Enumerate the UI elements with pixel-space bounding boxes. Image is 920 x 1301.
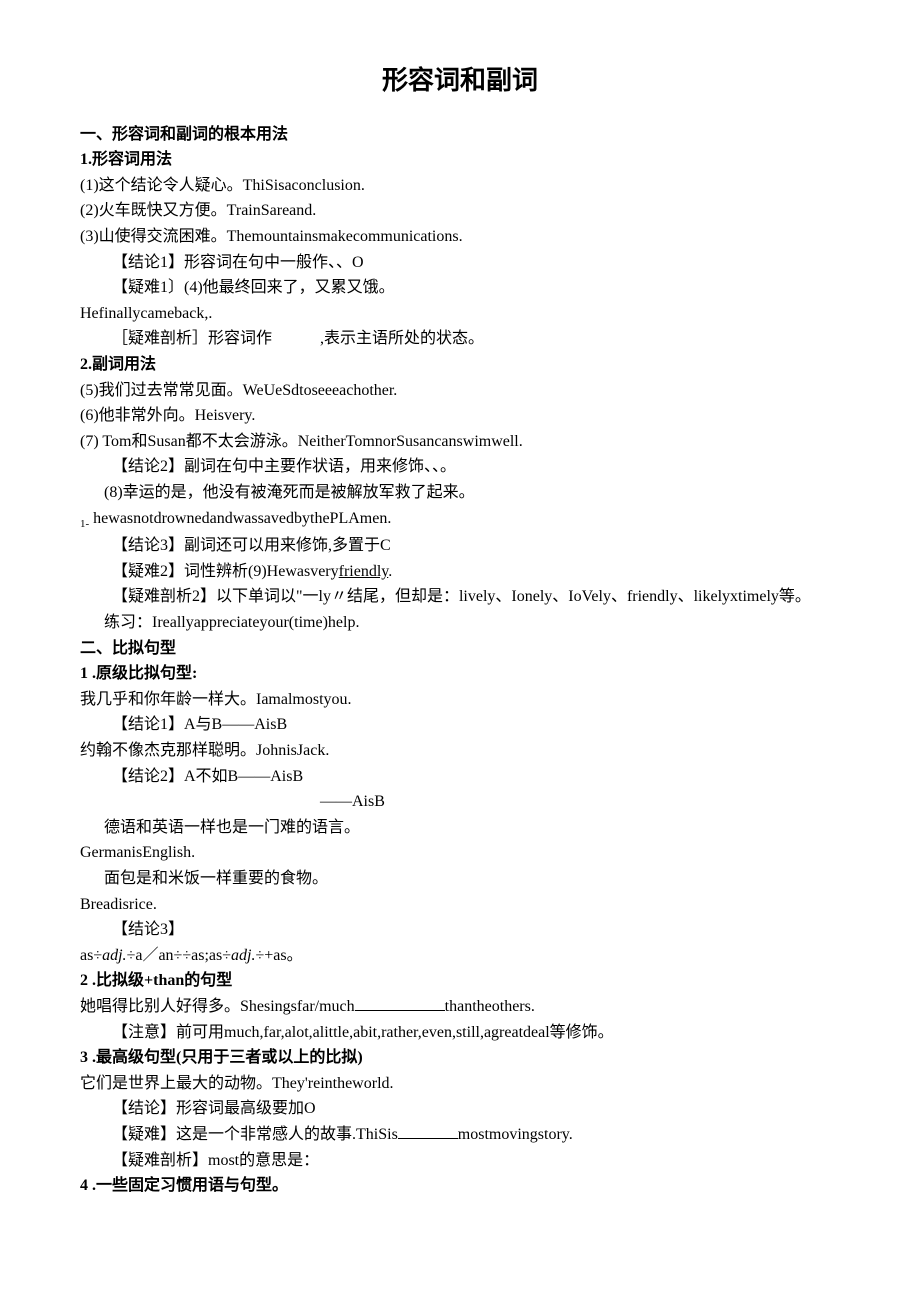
item-3: (3)山使得交流困难。Themountainsmakecommunication… — [80, 224, 840, 250]
practice-1: 练习：Ireallyappreciateyour(time)help. — [80, 610, 840, 636]
section-2-heading: 二、比拟句型 — [80, 636, 840, 662]
s2-conclusion-2: 【结论2】A不如B——AisB — [80, 764, 840, 790]
s2-line-6: 德语和英语一样也是一门难的语言。 — [80, 815, 840, 841]
s2-l11b: ÷a／an÷÷as;as÷ — [127, 947, 231, 964]
s2-line-1: 我几乎和你年龄一样大。Iamalmostyou. — [80, 687, 840, 713]
difficulty-analysis-2: 【疑难剖析2】以下单词以"一ly〃结尾，但却是：lively、Ionely、Io… — [80, 584, 840, 610]
page-title: 形容词和副词 — [80, 60, 840, 102]
difficulty-2b: . — [388, 563, 392, 580]
difficulty-analysis-1b: ,表示主语所处的状态。 — [320, 330, 484, 347]
s2-conclusion-3: 【结论3】 — [80, 917, 840, 943]
subheading-2-1: 1 .原级比拟句型: — [80, 661, 840, 687]
difficulty-2: 【疑难2】词性辨析(9)Hewasveryfriendly. — [80, 559, 840, 585]
s2-line-14: 它们是世界上最大的动物。They'reintheworld. — [80, 1071, 840, 1097]
conclusion-3: 【结论3】副词还可以用来修饰,多置于C — [80, 533, 840, 559]
s2-difficulty-analysis: 【疑难剖析】most的意思是： — [80, 1148, 840, 1174]
item-2: (2)火车既快又方便。TrainSareand. — [80, 198, 840, 224]
s2-l11a: as÷ — [80, 947, 102, 964]
s2-note: 【注意】前可用much,far,alot,alittle,abit,rather… — [80, 1020, 840, 1046]
item-5: (5)我们过去常常见面。WeUeSdtoseeeachother. — [80, 378, 840, 404]
s2-line-7: GermanisEnglish. — [80, 840, 840, 866]
item-1: (1)这个结论令人疑心。ThiSisaconclusion. — [80, 173, 840, 199]
s2-conclusion-sup: 【结论】形容词最高级要加O — [80, 1096, 840, 1122]
difficulty-1: 【疑难1〕(4)他最终回来了，又累又饿。 — [80, 275, 840, 301]
s2-l11c: ÷+as。 — [255, 947, 302, 964]
s2-conclusion-1: 【结论1】A与B——AisB — [80, 712, 840, 738]
item-8-text: hewasnotdrownedandwassavedbythePLAmen. — [93, 510, 391, 527]
blank-2 — [398, 1122, 458, 1139]
example-4: Hefinallycameback,. — [80, 301, 840, 327]
s2-line-3: 约翰不像杰克那样聪明。JohnisJack. — [80, 738, 840, 764]
s2-l12b: thantheothers. — [445, 998, 535, 1015]
subheading-2-2: 2 .比拟级+than的句型 — [80, 968, 840, 994]
s2-l16b: mostmovingstory. — [458, 1126, 573, 1143]
subheading-1-2: 2.副词用法 — [80, 352, 840, 378]
s2-l11-adj2: adj. — [231, 947, 255, 964]
s2-line-9: Breadisrice. — [80, 892, 840, 918]
s2-line-5: ——AisB — [80, 789, 840, 815]
item-6: (6)他非常外向。Heisvery. — [80, 403, 840, 429]
s2-difficulty-sup: 【疑难】这是一个非常感人的故事.ThiSis mostmovingstory. — [80, 1122, 840, 1148]
conclusion-2: 【结论2】副词在句中主要作状语，用来修饰、、。 — [80, 454, 840, 480]
s2-line-12: 她唱得比别人好得多。Shesingsfar/much thantheothers. — [80, 994, 840, 1020]
difficulty-2a: 【疑难2】词性辨析(9)Hewasvery — [112, 563, 339, 580]
item-8: (8)幸运的是，他没有被淹死而是被解放军救了起来。 — [80, 480, 840, 506]
subheading-1-1: 1.形容词用法 — [80, 147, 840, 173]
conclusion-1: 【结论1】形容词在句中一般作、、O — [80, 250, 840, 276]
s2-l16a: 【疑难】这是一个非常感人的故事.ThiSis — [112, 1126, 398, 1143]
item-8-example: 1- hewasnotdrownedandwassavedbythePLAmen… — [80, 506, 840, 534]
s2-l12a: 她唱得比别人好得多。Shesingsfar/much — [80, 998, 355, 1015]
s2-line-11: as÷adj.÷a／an÷÷as;as÷adj.÷+as。 — [80, 943, 840, 969]
subheading-2-3: 3 .最高级句型(只用于三者或以上的比拟) — [80, 1045, 840, 1071]
underline-friendly: friendly — [339, 563, 389, 580]
subheading-2-4: 4 .一些固定习惯用语与句型。 — [80, 1173, 840, 1199]
s2-l11-adj1: adj. — [102, 947, 126, 964]
difficulty-analysis-1a: ［疑难剖析］形容词作 — [112, 330, 272, 347]
section-1-heading: 一、形容词和副词的根本用法 — [80, 122, 840, 148]
blank-1 — [355, 994, 445, 1011]
difficulty-analysis-1: ［疑难剖析］形容词作 ,表示主语所处的状态。 — [80, 326, 840, 352]
sub-marker: 1- — [80, 518, 89, 530]
item-7: (7) Tom和Susan都不太会游泳。NeitherTomnorSusanca… — [80, 429, 840, 455]
s2-line-8: 面包是和米饭一样重要的食物。 — [80, 866, 840, 892]
